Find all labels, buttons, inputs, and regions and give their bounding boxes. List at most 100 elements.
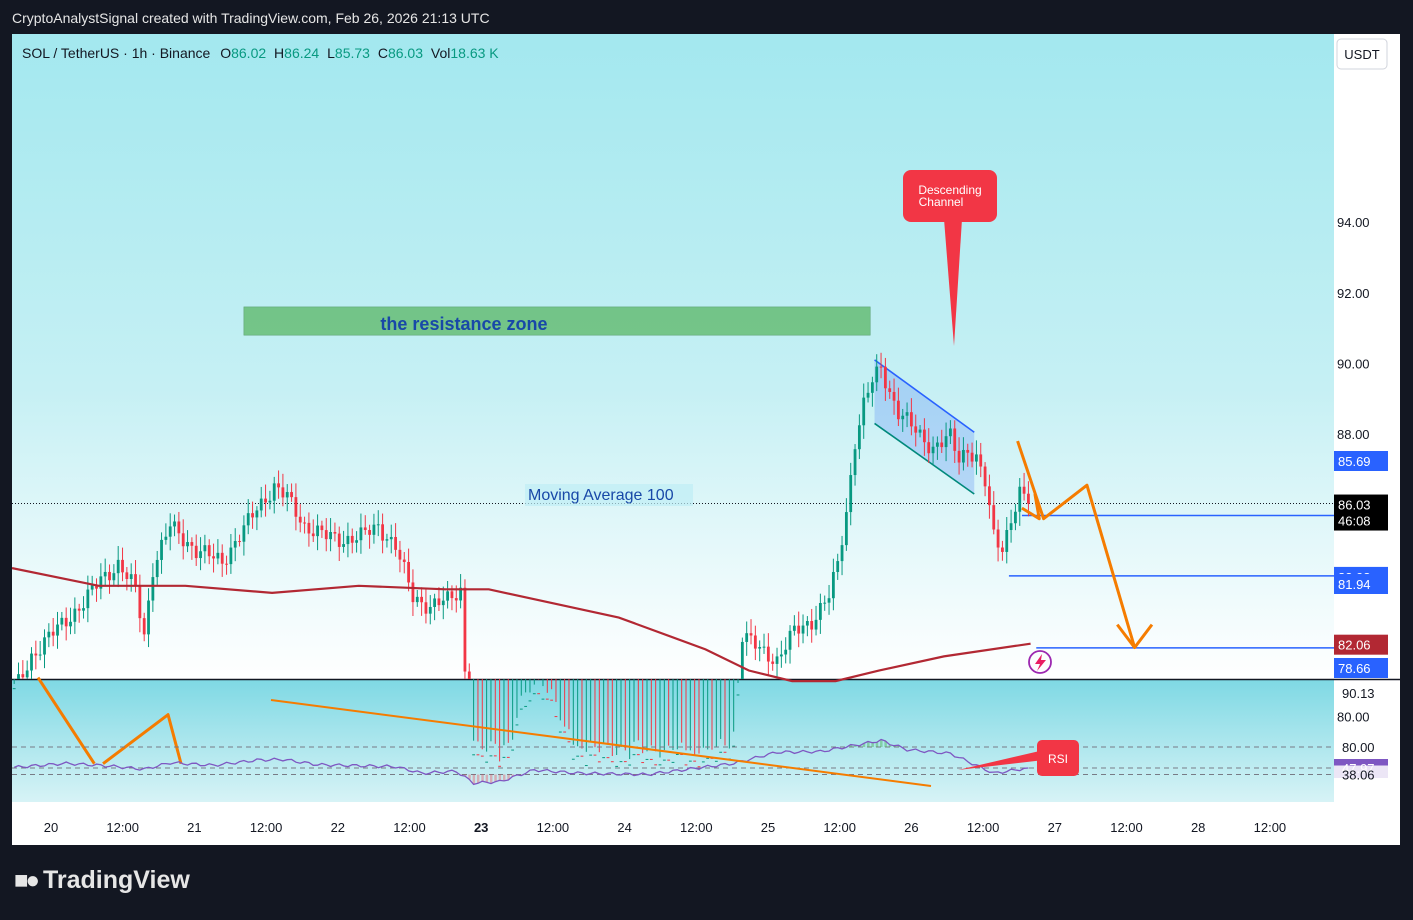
time-tick-label: 26 (904, 820, 918, 835)
candle-body (602, 757, 606, 759)
candle-body (415, 596, 419, 603)
candle-body (34, 653, 38, 656)
tradingview-logo[interactable]: ■● TradingView (14, 866, 190, 895)
candle-body (944, 436, 948, 448)
time-tick-label: 12:00 (823, 820, 856, 835)
candle-body (901, 415, 905, 420)
legend-open-label: O (220, 45, 231, 61)
candle-body (411, 582, 415, 603)
candle-body (723, 751, 727, 753)
time-tick-label: 12:00 (1110, 820, 1143, 835)
candle-body (844, 512, 848, 546)
candle-body (810, 621, 814, 630)
candle-body (554, 716, 558, 718)
rsi-tag-label: 38.06 (1342, 768, 1375, 783)
price-tag-label: 86.03 (1338, 498, 1371, 513)
time-tick-label: 12:00 (393, 820, 426, 835)
candle-body (628, 764, 632, 766)
candle-body (636, 754, 640, 756)
candle-body (615, 765, 619, 767)
candle-body (363, 527, 367, 530)
candle-body (147, 600, 150, 635)
candle-body (736, 694, 740, 696)
candle-body (480, 755, 484, 757)
candle-body (818, 603, 822, 620)
candle-body (134, 574, 137, 586)
candle-body (814, 619, 818, 630)
candle-body (918, 429, 922, 433)
candle-body (762, 646, 766, 648)
candle-body (909, 412, 913, 427)
candle-body (86, 589, 90, 609)
candle-body (77, 608, 81, 611)
candle-body (350, 535, 354, 543)
candle-body (740, 641, 744, 679)
candle-body (329, 532, 332, 540)
candle-body (441, 600, 445, 606)
candle-body (576, 755, 580, 757)
legend-volume-label: Vol (431, 45, 450, 61)
candle-body (385, 539, 389, 541)
legend-high: 86.24 (284, 45, 319, 61)
candle-body (931, 446, 935, 454)
candle-body (316, 525, 319, 537)
candle-body (580, 755, 584, 757)
candle-body (892, 391, 896, 401)
candle-body (108, 571, 111, 581)
candle-body (896, 400, 900, 420)
chart-frame[interactable]: the resistance zone Moving Average 100 D… (12, 34, 1400, 845)
candle-body (17, 674, 20, 679)
candle-body (532, 693, 536, 695)
rsi-callout-label: RSI (1048, 752, 1068, 766)
moving-average-label: Moving Average 100 (528, 487, 674, 504)
candle-body (671, 761, 675, 763)
candle-body (355, 540, 358, 543)
candle-body (775, 656, 779, 664)
candle-body (69, 621, 72, 627)
candle-body (294, 497, 298, 517)
tradingview-logo-icon: ■● (14, 866, 40, 894)
price-pane-background (12, 34, 1334, 679)
candle-body (220, 552, 224, 564)
candle-body (567, 741, 571, 743)
candle-body (649, 758, 653, 760)
currency-button[interactable]: USDT (1336, 38, 1388, 70)
resistance-zone[interactable]: the resistance zone (243, 306, 871, 336)
candle-body (311, 533, 315, 537)
candle-body (264, 498, 267, 503)
candle-body (979, 454, 983, 467)
candle-body (823, 602, 827, 604)
candle-body (870, 382, 874, 393)
chart-canvas[interactable]: the resistance zone Moving Average 100 D… (12, 34, 1400, 845)
candle-body (238, 541, 241, 543)
candle-body (476, 754, 480, 756)
candle-body (1014, 511, 1017, 524)
candle-body (654, 764, 658, 766)
candle-body (688, 760, 692, 762)
candle-body (454, 598, 458, 601)
candle-body (515, 724, 519, 726)
moving-average-label-group[interactable]: Moving Average 100 (525, 484, 693, 506)
legend-volume: 18.63 K (450, 45, 499, 61)
candle-body (758, 647, 762, 649)
candle-body (173, 521, 176, 527)
candle-body (779, 654, 783, 657)
price-tag-label: 81.94 (1338, 577, 1371, 592)
price-tag-label: 78.66 (1338, 661, 1371, 676)
candle-body (398, 549, 402, 560)
candle-body (368, 529, 371, 535)
candle-body (30, 653, 33, 671)
candle-body (827, 598, 831, 603)
time-tick-label: 12:00 (106, 820, 139, 835)
candle-body (996, 529, 1000, 548)
chart-header: CryptoAnalystSignal created with Trading… (12, 10, 490, 26)
candle-body (51, 631, 55, 636)
candle-body (593, 754, 597, 756)
candle-body (771, 661, 775, 664)
candle-body (138, 585, 142, 619)
price-tag-label: 82.06 (1338, 638, 1371, 653)
price-tick-label: 92.00 (1337, 286, 1370, 301)
candle-body (797, 625, 801, 634)
candle-body (753, 635, 757, 649)
price-tag-countdown: 46:08 (1338, 514, 1371, 529)
